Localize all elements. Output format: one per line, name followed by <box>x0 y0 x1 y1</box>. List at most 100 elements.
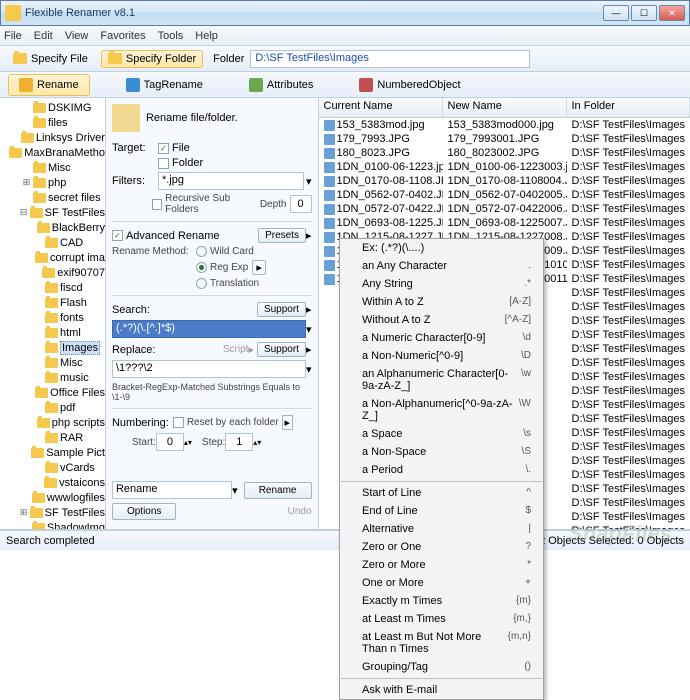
tree-item[interactable]: Sample Pict <box>0 445 105 460</box>
tree-item[interactable]: BlackBerry <box>0 220 105 235</box>
chevron-right-icon[interactable]: ▸ <box>282 415 294 430</box>
col-current-name[interactable]: Current Name <box>319 98 443 117</box>
regexp-help-icon[interactable]: ▸ <box>252 260 266 275</box>
specify-folder-button[interactable]: Specify Folder <box>101 50 203 68</box>
folder-tree[interactable]: DSKIMGfilesLinksys DriverMaxBranaMethoMi… <box>0 98 106 529</box>
col-new-name[interactable]: New Name <box>443 98 567 117</box>
tree-item[interactable]: html <box>0 325 105 340</box>
table-row[interactable]: 1DN_0170-08-1108.JPG1DN_0170-08-1108004.… <box>319 174 690 188</box>
tree-item[interactable]: Office Files <box>0 385 105 400</box>
context-menu-item[interactable]: a Period\. <box>340 461 543 479</box>
start-input[interactable] <box>156 433 184 451</box>
table-row[interactable]: 1DN_0572-07-0422.JPG1DN_0572-07-0422006.… <box>319 202 690 216</box>
tree-item[interactable]: vstaicons <box>0 475 105 490</box>
tree-item[interactable]: DSKIMG <box>0 100 105 115</box>
menu-help[interactable]: Help <box>195 30 218 42</box>
tree-item[interactable]: php scripts <box>0 415 105 430</box>
dropdown-icon[interactable]: ▾ <box>306 323 312 336</box>
context-menu-item[interactable]: Within A to Z[A-Z] <box>340 293 543 311</box>
wildcard-radio[interactable] <box>196 246 207 257</box>
context-menu-item[interactable]: at Least m But Not More Than n Times{m,n… <box>340 628 543 658</box>
target-file-checkbox[interactable]: ✓ <box>158 143 169 154</box>
close-button[interactable]: ✕ <box>659 5 685 21</box>
context-menu-item[interactable]: Exactly m Times{m} <box>340 592 543 610</box>
tab-numbered[interactable]: NumberedObject <box>349 75 470 95</box>
menu-view[interactable]: View <box>65 30 89 42</box>
tree-item[interactable]: RAR <box>0 430 105 445</box>
recursive-checkbox[interactable] <box>152 199 162 210</box>
replace-input[interactable]: \1???\2 <box>112 360 306 378</box>
dropdown-icon[interactable]: ▾ <box>306 175 312 188</box>
target-folder-checkbox[interactable] <box>158 158 169 169</box>
tree-item[interactable]: Linksys Driver <box>0 130 105 145</box>
filters-input[interactable]: *.jpg <box>158 172 304 190</box>
context-menu-item[interactable]: Alternative| <box>340 520 543 538</box>
table-row[interactable]: 1DN_0693-08-1225.JPG1DN_0693-08-1225007.… <box>319 216 690 230</box>
menu-tools[interactable]: Tools <box>158 30 184 42</box>
context-menu-item[interactable]: an Any Character. <box>340 257 543 275</box>
tree-item[interactable]: ⊞SF TestFiles <box>0 505 105 520</box>
tree-item[interactable]: pdf <box>0 400 105 415</box>
presets-button[interactable]: Presets <box>258 228 306 243</box>
col-in-folder[interactable]: In Folder <box>567 98 690 117</box>
rename-dropdown[interactable]: Rename <box>112 481 232 499</box>
chevron-right-icon[interactable]: ▸ <box>306 229 312 242</box>
context-menu-item[interactable]: a Non-Numeric[^0-9]\D <box>340 347 543 365</box>
tree-item[interactable]: ⊞php <box>0 175 105 190</box>
regexp-radio[interactable] <box>196 262 207 273</box>
context-menu-item[interactable]: End of Line$ <box>340 502 543 520</box>
tree-item[interactable]: fiscd <box>0 280 105 295</box>
table-row[interactable]: 1DN_0562-07-0402.JPG1DN_0562-07-0402005.… <box>319 188 690 202</box>
context-menu-item[interactable]: Ask with E-mail <box>340 681 543 699</box>
rename-button[interactable]: Rename <box>244 482 312 499</box>
context-menu-item[interactable]: a Non-Space\S <box>340 443 543 461</box>
tree-item[interactable]: Images <box>0 340 105 355</box>
context-menu-item[interactable]: a Space\s <box>340 425 543 443</box>
table-row[interactable]: 180_8023.JPG180_8023002.JPGD:\SF TestFil… <box>319 146 690 160</box>
context-menu-item[interactable]: Start of Line^ <box>340 484 543 502</box>
dropdown-icon[interactable]: ▾ <box>232 484 238 497</box>
tree-item[interactable]: Misc <box>0 355 105 370</box>
table-row[interactable]: 179_7993.JPG179_7993001.JPGD:\SF TestFil… <box>319 132 690 146</box>
context-menu-item[interactable]: Ex: (.*?)(\....) <box>340 239 543 257</box>
folder-path-input[interactable]: D:\SF TestFiles\Images <box>250 50 530 68</box>
tree-item[interactable]: Misc <box>0 160 105 175</box>
tree-item[interactable]: MaxBranaMetho <box>0 145 105 160</box>
depth-input[interactable] <box>290 195 312 213</box>
menu-edit[interactable]: Edit <box>34 30 53 42</box>
context-menu-item[interactable]: a Numeric Character[0-9]\d <box>340 329 543 347</box>
advanced-checkbox[interactable]: ✓ <box>112 230 123 241</box>
tab-rename[interactable]: Rename <box>8 74 90 96</box>
translation-radio[interactable] <box>196 278 207 289</box>
tree-item[interactable]: ⊟SF TestFiles <box>0 205 105 220</box>
context-menu-item[interactable]: an Alphanumeric Character[0-9a-zA-Z_]\w <box>340 365 543 395</box>
tree-item[interactable]: ShadowImg <box>0 520 105 529</box>
tree-item[interactable]: corrupt ima <box>0 250 105 265</box>
reset-by-folder-checkbox[interactable] <box>173 417 184 428</box>
search-support-button[interactable]: Support <box>257 302 306 317</box>
context-menu-item[interactable]: Without A to Z[^A-Z] <box>340 311 543 329</box>
context-menu-item[interactable]: a Non-Alphanumeric[^0-9a-zA-Z_]\W <box>340 395 543 425</box>
tab-tagrename[interactable]: TagRename <box>116 75 213 95</box>
step-input[interactable] <box>225 433 253 451</box>
tree-item[interactable]: secret files <box>0 190 105 205</box>
specify-file-button[interactable]: Specify File <box>6 50 95 68</box>
tree-item[interactable]: vCards <box>0 460 105 475</box>
tree-item[interactable]: Flash <box>0 295 105 310</box>
context-menu-item[interactable]: Zero or More* <box>340 556 543 574</box>
tree-item[interactable]: fonts <box>0 310 105 325</box>
replace-support-button[interactable]: Support <box>257 342 306 357</box>
context-menu-item[interactable]: Any String.* <box>340 275 543 293</box>
tab-attributes[interactable]: Attributes <box>239 75 323 95</box>
undo-button[interactable]: Undo <box>288 506 312 517</box>
context-menu-item[interactable]: Zero or One? <box>340 538 543 556</box>
chevron-right-icon[interactable]: ▸ <box>306 303 312 316</box>
chevron-right-icon[interactable]: ▸ <box>306 343 312 356</box>
context-menu-item[interactable]: Grouping/Tag() <box>340 658 543 676</box>
tree-item[interactable]: files <box>0 115 105 130</box>
tree-item[interactable]: exif90707 <box>0 265 105 280</box>
maximize-button[interactable]: ☐ <box>631 5 657 21</box>
tree-item[interactable]: CAD <box>0 235 105 250</box>
options-button[interactable]: Options <box>112 503 176 520</box>
menu-favorites[interactable]: Favorites <box>100 30 145 42</box>
